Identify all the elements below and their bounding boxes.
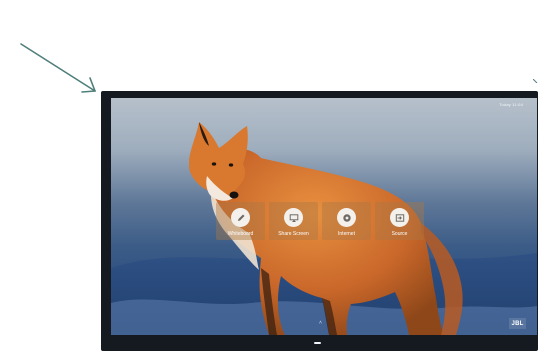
whiteboard-tile[interactable]: Whiteboard xyxy=(216,202,265,240)
launcher-tiles: Whiteboard Share Screen Internet Source xyxy=(216,202,424,240)
share-screen-tile[interactable]: Share Screen xyxy=(269,202,318,240)
brand-logo: JBL xyxy=(509,318,526,329)
status-clock: Today 11:04 xyxy=(499,102,523,107)
cast-icon xyxy=(284,208,303,227)
input-source-icon xyxy=(390,208,409,227)
swipe-up-indicator[interactable]: ˄ xyxy=(319,320,322,326)
source-tile[interactable]: Source xyxy=(375,202,424,240)
internet-tile[interactable]: Internet xyxy=(322,202,371,240)
home-screen: Today 11:04 Whiteboard Share Screen Inte… xyxy=(111,98,537,335)
share-screen-label: Share Screen xyxy=(278,231,309,237)
pencil-icon xyxy=(231,208,250,227)
source-label: Source xyxy=(391,231,408,237)
whiteboard-label: Whiteboard xyxy=(227,231,254,237)
power-indicator xyxy=(314,342,321,344)
edge-mark xyxy=(533,79,538,83)
display-monitor: Today 11:04 Whiteboard Share Screen Inte… xyxy=(101,91,538,351)
internet-label: Internet xyxy=(338,231,355,237)
globe-icon xyxy=(337,208,356,227)
stage: Today 11:04 Whiteboard Share Screen Inte… xyxy=(0,0,538,351)
